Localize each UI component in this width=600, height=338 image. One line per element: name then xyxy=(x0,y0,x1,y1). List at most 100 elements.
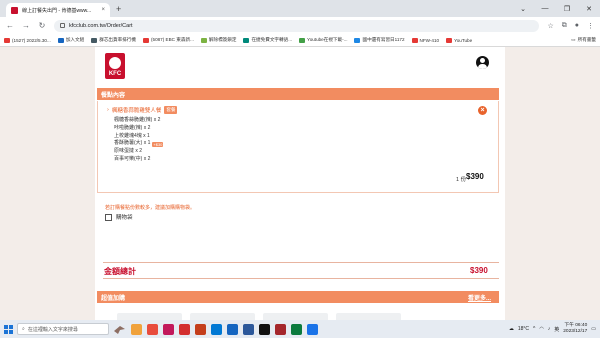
bookmark-label: 在捷免費文字轉語... xyxy=(251,37,293,42)
ime-indicator[interactable]: 英 xyxy=(554,326,559,333)
tab-bar: 線上訂餐失出門 - 肯德基www... × + xyxy=(0,0,600,17)
bookmark-label: 群芯出貨率排行機 xyxy=(99,37,136,42)
wifi-icon[interactable]: ◠ xyxy=(539,326,543,332)
bookmark-label: YouTube xyxy=(454,37,473,43)
set-title: › 楓糖香蒜脆雞雙人餐 套餐 xyxy=(107,106,178,114)
list-item: 原味蛋撻 x 2 xyxy=(114,148,163,156)
taskbar-app-icon[interactable] xyxy=(147,323,158,335)
folder-icon: ▭ xyxy=(571,37,576,42)
colonel-face-icon xyxy=(109,57,121,69)
tab-kfc[interactable]: 線上訂餐失出門 - 肯德基www... × xyxy=(6,3,110,17)
system-tray: ☁ 18°C ^ ◠ ♪ 英 下午 06:40 2023/12/17 ▭ xyxy=(509,323,596,335)
search-icon: ⌕ xyxy=(22,326,25,332)
taskbar-app-icon[interactable] xyxy=(275,323,286,335)
bookmark-label: (5087) EBC 東森新... xyxy=(150,37,194,42)
tab-search-icon[interactable]: ⌄ xyxy=(512,5,534,13)
all-bookmarks[interactable]: ▭ 所有書籤 xyxy=(571,37,596,43)
lock-icon xyxy=(60,23,65,28)
menu-icon[interactable]: ⋮ xyxy=(587,22,594,30)
divider xyxy=(103,262,499,263)
bookmark-favicon-icon xyxy=(4,37,10,43)
new-tab-button[interactable]: + xyxy=(116,5,121,14)
bookmark-item[interactable]: 在捷免費文字轉語... xyxy=(243,37,292,43)
upgrade-badge: +$30 xyxy=(152,141,164,147)
bookmark-item[interactable]: 群芯出貨率排行機 xyxy=(91,37,136,43)
bookmark-item[interactable]: Youtube在視下載-... xyxy=(299,37,347,43)
item-price: $390 xyxy=(466,172,484,181)
user-account-icon[interactable] xyxy=(476,56,489,69)
addon-thumb[interactable] xyxy=(190,313,255,320)
close-window-button[interactable]: ✕ xyxy=(578,5,600,13)
taskbar-app-icon[interactable] xyxy=(227,323,238,335)
url-bar[interactable]: kfcclub.com.tw/Order/Cart xyxy=(54,19,540,32)
addon-thumb[interactable] xyxy=(336,313,401,320)
reload-icon[interactable]: ↻ xyxy=(38,21,46,30)
total-label: 金額總計 xyxy=(104,267,136,276)
tray-chevron-icon[interactable]: ^ xyxy=(533,326,535,332)
addon-thumb[interactable] xyxy=(263,313,328,320)
back-icon[interactable]: ← xyxy=(6,21,14,30)
bookmark-favicon-icon xyxy=(354,37,361,43)
bookmark-label: 加入文組 xyxy=(65,37,85,42)
bookmark-item[interactable]: (1527) 2022/5.30... xyxy=(4,37,51,43)
taskbar-app-icon[interactable] xyxy=(259,323,270,335)
bookmark-item[interactable]: 加入文組 xyxy=(57,37,85,43)
see-more-link[interactable]: 看更多... xyxy=(468,293,491,302)
addon-thumb[interactable] xyxy=(117,313,182,320)
taskbar-app-icon[interactable] xyxy=(307,323,318,335)
taskbar-app-icon[interactable] xyxy=(291,323,302,335)
bookmark-item[interactable]: 解除標簽鎖定 xyxy=(200,37,236,43)
bookmark-item[interactable]: 國中還有寫習日1172 xyxy=(354,37,405,43)
taskbar-search-input[interactable]: ⌕ 在這裡輸入文字來搜尋 xyxy=(17,323,109,335)
bookmark-favicon-icon xyxy=(243,37,250,43)
tab-title: 線上訂餐失出門 - 肯德基www... xyxy=(22,7,92,14)
weather-temp[interactable]: 18°C xyxy=(518,326,529,332)
set-name: 楓糖香蒜脆雞雙人餐 xyxy=(111,108,162,114)
bookmark-favicon-icon xyxy=(299,37,306,43)
windows-taskbar: ⌕ 在這裡輸入文字來搜尋 ☁ 18°C ^ ◠ ♪ 英 下午 06:40 202… xyxy=(0,320,600,338)
remove-item-icon[interactable]: × xyxy=(478,106,487,115)
bookmark-item[interactable]: NFW-410 xyxy=(411,37,439,43)
minimize-button[interactable]: — xyxy=(534,5,556,12)
taskbar-app-icon[interactable] xyxy=(243,323,254,335)
list-item: 百事可樂(中) x 2 xyxy=(114,156,163,164)
order-section-header: 餐點內容 xyxy=(97,88,499,100)
bookmark-favicon-icon xyxy=(200,37,207,43)
kfc-logo[interactable]: KFC xyxy=(105,53,125,79)
forward-icon[interactable]: → xyxy=(22,21,30,30)
taskbar-app-icon[interactable] xyxy=(163,323,174,335)
maximize-button[interactable]: ❐ xyxy=(556,5,578,13)
bag-suggestion-note: 若訂購餐點份數較多，建議加購購物袋。 xyxy=(105,205,196,211)
all-bookmarks-label: 所有書籤 xyxy=(577,37,596,42)
bookmark-star-icon[interactable]: ☆ xyxy=(547,22,553,30)
set-badge: 套餐 xyxy=(164,106,178,114)
profile-icon[interactable]: ● xyxy=(575,22,579,29)
taskbar-app-icon[interactable] xyxy=(211,323,222,335)
volume-icon[interactable]: ♪ xyxy=(548,326,551,332)
windows-start-icon[interactable] xyxy=(4,324,13,334)
clock[interactable]: 下午 06:40 2023/12/17 xyxy=(563,323,587,335)
shopping-bag-label: 購物袋 xyxy=(116,215,133,221)
bookmark-favicon-icon xyxy=(57,37,64,43)
search-placeholder: 在這裡輸入文字來搜尋 xyxy=(27,326,78,333)
notification-icon[interactable]: ▭ xyxy=(591,326,596,332)
shopping-bag-option[interactable]: 購物袋 xyxy=(105,213,133,221)
addons-section-title: 超值加購 xyxy=(101,295,126,302)
shopping-bag-checkbox[interactable] xyxy=(105,213,112,221)
divider xyxy=(103,278,499,279)
weather-icon[interactable]: ☁ xyxy=(509,326,514,332)
bird-decoration-icon xyxy=(114,326,125,334)
taskbar-app-icon[interactable] xyxy=(195,323,206,335)
item-quantity: 1 份 xyxy=(456,177,467,183)
taskbar-app-icon[interactable] xyxy=(131,323,142,335)
window-controls: ⌄ — ❐ ✕ xyxy=(512,0,600,17)
item-name: 百事可樂(中) x 2 xyxy=(114,155,151,162)
extensions-icon[interactable]: ⧉ xyxy=(562,22,567,30)
bookmark-item[interactable]: (5087) EBC 東森新... xyxy=(142,37,194,43)
bookmark-item[interactable]: YouTube xyxy=(446,37,473,43)
tab-close-icon[interactable]: × xyxy=(101,7,105,13)
list-item: 咔啦脆雞(辣) x 2 xyxy=(114,125,163,133)
taskbar-app-icon[interactable] xyxy=(179,323,190,335)
bookmark-label: 國中還有寫習日1172 xyxy=(362,37,405,42)
item-name: 原味蛋撻 x 2 xyxy=(114,148,143,155)
